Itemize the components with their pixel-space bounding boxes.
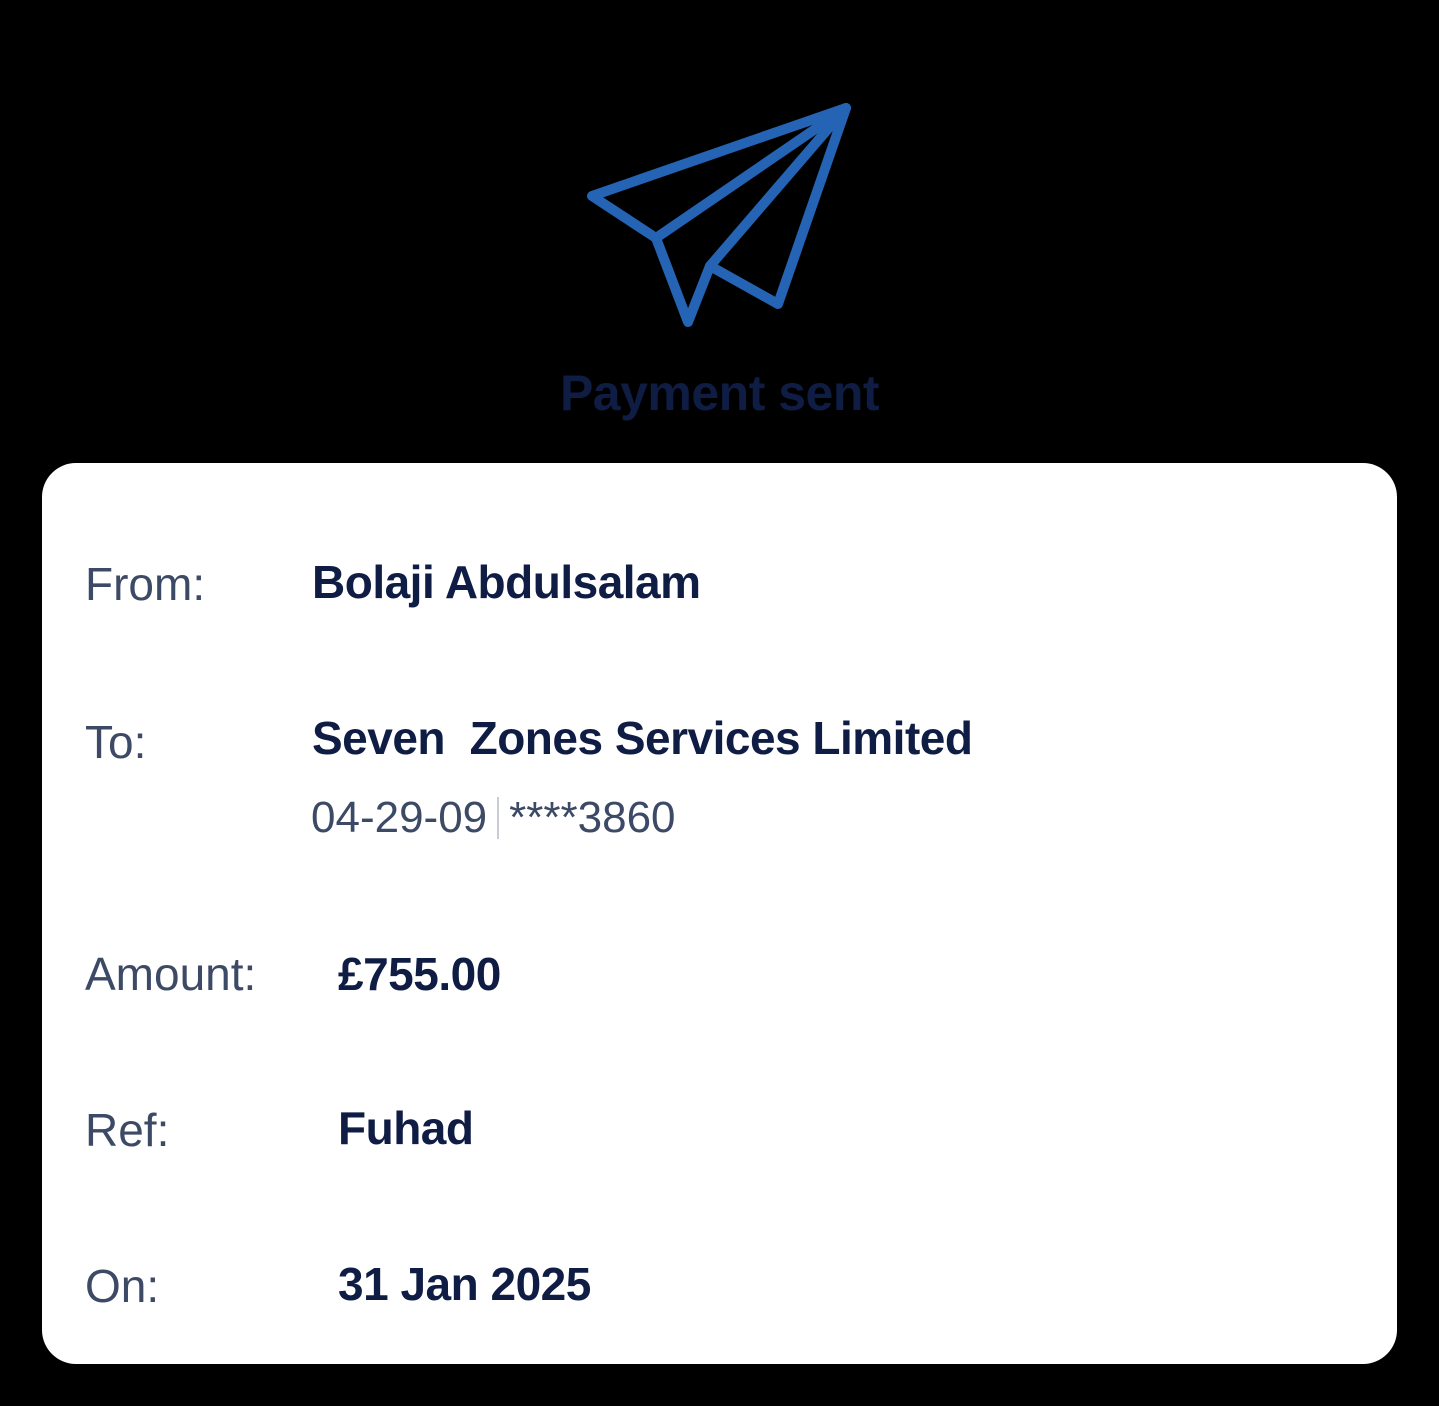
account-number: ****3860 <box>509 793 676 842</box>
payment-confirmation-screen: Payment sent From: Bolaji Abdulsalam To:… <box>0 0 1439 1406</box>
ref-label: Ref: <box>85 1104 170 1156</box>
to-label: To: <box>85 716 147 768</box>
account-details: 04-29-09 ****3860 <box>311 793 676 843</box>
sort-code: 04-29-09 <box>311 793 488 842</box>
amount-label: Amount: <box>85 948 257 1000</box>
from-value: Bolaji Abdulsalam <box>312 556 701 608</box>
page-title: Payment sent <box>559 365 880 421</box>
to-value: Seven Zones Services Limited <box>312 712 973 764</box>
paper-plane-icon <box>587 103 851 327</box>
divider <box>497 797 500 839</box>
ref-value: Fuhad <box>338 1102 474 1154</box>
from-label: From: <box>85 558 206 610</box>
date-value: 31 Jan 2025 <box>338 1258 591 1310</box>
on-label: On: <box>85 1260 160 1312</box>
payment-details-card: From: Bolaji Abdulsalam To: Seven Zones … <box>42 463 1397 1364</box>
amount-value: £755.00 <box>338 948 501 1000</box>
